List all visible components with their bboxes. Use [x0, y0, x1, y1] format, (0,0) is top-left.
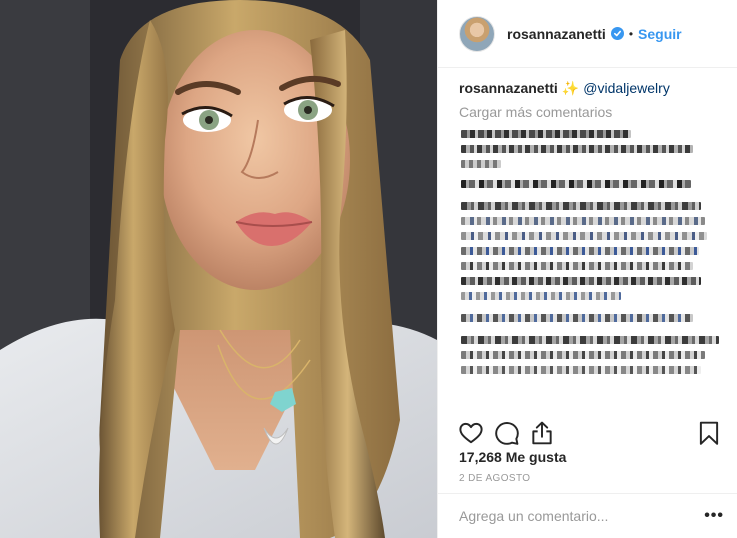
bookmark-icon[interactable]: [696, 420, 722, 446]
load-more-comments-button[interactable]: Cargar más comentarios: [459, 104, 724, 120]
obscured-comment-line: [461, 314, 693, 322]
post-actions: [438, 414, 737, 450]
header-separator: •: [628, 26, 634, 41]
obscured-comment-line: [461, 292, 621, 300]
obscured-comment-line: [461, 351, 705, 359]
obscured-comment-line: [461, 145, 693, 153]
post-header: rosannazanetti • Seguir: [438, 0, 737, 68]
obscured-comment-line: [461, 277, 701, 285]
obscured-comment-line: [461, 202, 701, 210]
sparkles-emoji: ✨: [561, 80, 580, 96]
obscured-comments: [459, 130, 724, 374]
obscured-comment-line: [461, 336, 719, 344]
post-photo[interactable]: [0, 0, 437, 538]
comment-icon[interactable]: [494, 420, 520, 446]
obscured-comment-line: [461, 232, 707, 240]
caption-mention[interactable]: @vidaljewelry: [583, 80, 670, 96]
header-username[interactable]: rosannazanetti: [507, 26, 606, 42]
obscured-comment-line: [461, 247, 699, 255]
obscured-comment-line: [461, 366, 701, 374]
post-date[interactable]: 2 DE AGOSTO: [459, 473, 530, 484]
verified-badge-icon: [610, 27, 624, 40]
selfie-photo: [0, 0, 437, 538]
share-icon[interactable]: [529, 420, 555, 446]
obscured-comment-line: [461, 160, 501, 168]
heart-icon[interactable]: [458, 420, 484, 446]
add-comment-bar: •••: [438, 493, 737, 538]
obscured-comment-line: [461, 262, 693, 270]
comment-input[interactable]: [459, 508, 705, 524]
post-side-panel: rosannazanetti • Seguir rosannazanetti ✨ @…: [437, 0, 737, 538]
follow-button[interactable]: Seguir: [638, 26, 682, 42]
more-options-button[interactable]: •••: [704, 507, 724, 525]
obscured-comment-line: [461, 180, 691, 188]
likes-count[interactable]: 17,268 Me gusta: [459, 449, 566, 465]
obscured-comment-line: [461, 217, 705, 225]
obscured-comment-line: [461, 130, 631, 138]
comments-section: rosannazanetti ✨ @vidaljewelry Cargar más …: [459, 79, 724, 409]
caption-username[interactable]: rosannazanetti: [459, 80, 558, 96]
caption: rosannazanetti ✨ @vidaljewelry: [459, 79, 724, 97]
avatar[interactable]: [459, 15, 495, 52]
